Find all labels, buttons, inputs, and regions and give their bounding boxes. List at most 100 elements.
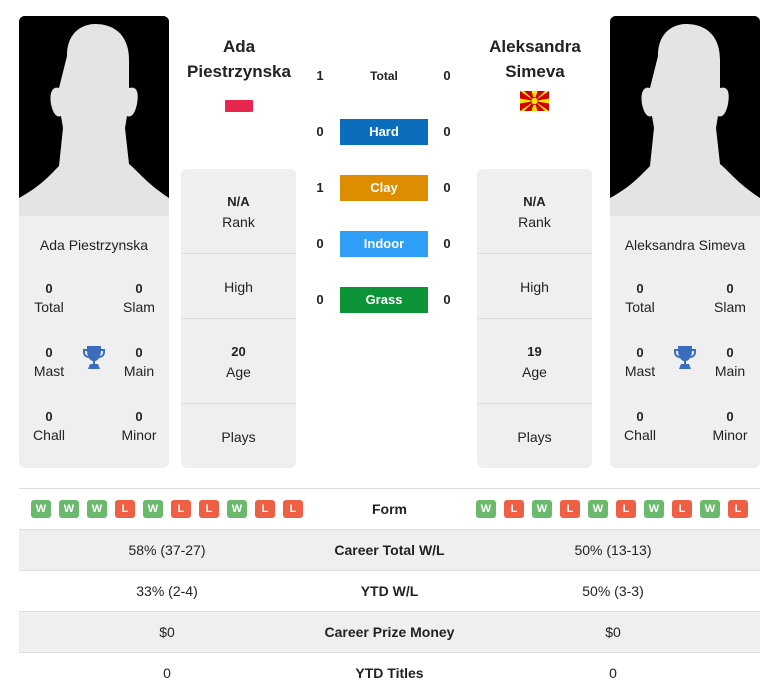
info-plays: Plays — [477, 427, 592, 447]
form-win-badge[interactable]: W — [227, 500, 247, 518]
titles-minor: 0 Minor — [109, 407, 169, 445]
form-win-badge[interactable]: W — [143, 500, 163, 518]
surface-hard-badge[interactable]: Hard — [340, 119, 428, 145]
stat-row-career-total-wl: 58% (37-27) Career Total W/L 50% (13-13) — [19, 530, 760, 571]
info-rank: N/A Rank — [181, 192, 296, 232]
info-rank-value: N/A — [227, 194, 250, 209]
surface-clay-badge[interactable]: Clay — [340, 175, 428, 201]
stat-row-career-prize-money: $0 Career Prize Money $0 — [19, 612, 760, 653]
player1-name-line1: Ada — [222, 37, 256, 56]
titles-mast-label: Mast — [624, 363, 656, 379]
form-win-badge[interactable]: W — [87, 500, 107, 518]
info-rank-value: N/A — [523, 194, 546, 209]
stat-label: YTD Titles — [355, 665, 424, 681]
titles-chall: 0 Chall — [610, 407, 670, 445]
player2-info-card: N/A Rank High 19 Age Plays — [477, 169, 592, 468]
titles-chall: 0 Chall — [19, 407, 79, 445]
player2-card-name: Aleksandra Simeva — [624, 237, 746, 253]
form-loss-badge[interactable]: L — [504, 500, 524, 518]
surface-indoor-badge[interactable]: Indoor — [340, 231, 428, 257]
form-win-badge[interactable]: W — [476, 500, 496, 518]
titles-minor: 0 Minor — [700, 407, 760, 445]
player1-card: Ada Piestrzynska 0 Total 0 Slam 0 Mast 0… — [19, 16, 169, 468]
player2-titles: 0 Total 0 Slam 0 Mast 0 Main 0 Chall 0 M… — [610, 279, 760, 468]
form-win-badge[interactable]: W — [588, 500, 608, 518]
player1-name-line2: Piestrzynska — [187, 62, 291, 81]
info-age-value: 19 — [527, 344, 542, 359]
stat-left-value: 33% (2-4) — [136, 583, 198, 599]
titles-main-value: 0 — [726, 345, 734, 360]
form-loss-badge[interactable]: L — [115, 500, 135, 518]
form-win-badge[interactable]: W — [644, 500, 664, 518]
form-loss-badge[interactable]: L — [728, 500, 748, 518]
form-loss-badge[interactable]: L — [560, 500, 580, 518]
stat-right-value: $0 — [605, 624, 621, 640]
titles-chall-value: 0 — [636, 409, 644, 424]
stat-label: Career Prize Money — [324, 624, 455, 640]
surface-grass-badge[interactable]: Grass — [340, 287, 428, 313]
info-rank-label: Rank — [222, 214, 255, 230]
titles-minor-label: Minor — [121, 427, 157, 443]
stat-left-value: $0 — [159, 624, 175, 640]
player2-photo — [610, 16, 760, 216]
titles-total-value: 0 — [636, 281, 644, 296]
h2h-row-indoor: 0 Indoor 0 — [310, 231, 460, 257]
form-loss-badge[interactable]: L — [199, 500, 219, 518]
form-win-badge[interactable]: W — [532, 500, 552, 518]
stat-right-value: 50% (3-3) — [582, 583, 644, 599]
info-plays-label: Plays — [517, 429, 552, 445]
titles-mast-value: 0 — [45, 345, 53, 360]
h2h-row-hard: 0 Hard 0 — [310, 119, 460, 145]
h2h-indoor-left: 0 — [316, 236, 324, 251]
info-age: 19 Age — [477, 342, 592, 382]
player1-photo — [19, 16, 169, 216]
h2h-hard-left: 0 — [316, 124, 324, 139]
titles-chall-value: 0 — [45, 409, 53, 424]
divider — [477, 253, 592, 254]
trophy-icon — [674, 346, 696, 369]
h2h-total-label: Total — [370, 69, 398, 83]
titles-mast: 0 Mast — [19, 343, 79, 381]
stat-left-value: 0 — [163, 665, 171, 681]
player1-info-card: N/A Rank High 20 Age Plays — [181, 169, 296, 468]
form-loss-badge[interactable]: L — [616, 500, 636, 518]
stat-row-ytd-wl: 33% (2-4) YTD W/L 50% (3-3) — [19, 571, 760, 612]
form-win-badge[interactable]: W — [31, 500, 51, 518]
form-win-badge[interactable]: W — [700, 500, 720, 518]
divider — [181, 253, 296, 254]
titles-main-value: 0 — [135, 345, 143, 360]
info-rank-label: Rank — [518, 214, 551, 230]
titles-chall-label: Chall — [624, 427, 656, 443]
h2h-grass-left: 0 — [316, 292, 324, 307]
h2h-row-total: 1 Total 0 — [310, 63, 460, 89]
titles-total-label: Total — [34, 299, 64, 315]
form-loss-badge[interactable]: L — [171, 500, 191, 518]
h2h-row-clay: 1 Clay 0 — [310, 175, 460, 201]
player2-card: Aleksandra Simeva 0 Total 0 Slam 0 Mast … — [610, 16, 760, 468]
titles-mast-value: 0 — [636, 345, 644, 360]
silhouette-icon — [610, 16, 760, 216]
player1-card-name: Ada Piestrzynska — [39, 237, 149, 253]
form-loss-badge[interactable]: L — [255, 500, 275, 518]
info-age-value: 20 — [231, 344, 246, 359]
titles-slam-label: Slam — [123, 299, 155, 315]
info-plays-label: Plays — [221, 429, 256, 445]
form-loss-badge[interactable]: L — [283, 500, 303, 518]
poland-flag-icon — [225, 100, 253, 112]
titles-slam-label: Slam — [714, 299, 746, 315]
player2-name-line1: Aleksandra — [489, 37, 581, 56]
titles-main: 0 Main — [109, 343, 169, 381]
trophy-icon — [83, 346, 105, 369]
player2-name-link[interactable]: Aleksandra Simeva — [470, 34, 600, 84]
titles-main-label: Main — [123, 363, 155, 379]
form-win-badge[interactable]: W — [59, 500, 79, 518]
form-loss-badge[interactable]: L — [672, 500, 692, 518]
titles-minor-value: 0 — [135, 409, 143, 424]
h2h-grass-right: 0 — [443, 292, 451, 307]
info-age-label: Age — [522, 364, 547, 380]
info-high: High — [181, 277, 296, 297]
h2h-indoor-right: 0 — [443, 236, 451, 251]
h2h-clay-left: 1 — [316, 180, 324, 195]
player1-name-link[interactable]: Ada Piestrzynska — [174, 34, 304, 84]
stat-left-value: 58% (37-27) — [128, 542, 206, 558]
